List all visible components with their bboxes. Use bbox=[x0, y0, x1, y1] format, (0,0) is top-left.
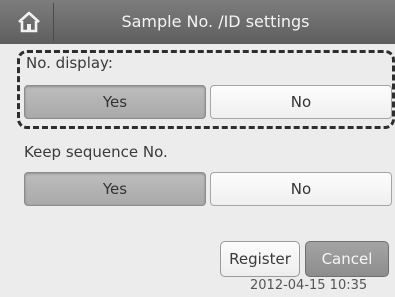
register-button[interactable]: Register bbox=[220, 241, 300, 277]
no-display-no-button[interactable]: No bbox=[210, 85, 392, 119]
page-title: Sample No. /ID settings bbox=[121, 12, 310, 31]
status-datetime: 2012-04-15 10:35 bbox=[250, 278, 368, 293]
keep-sequence-no-button[interactable]: No bbox=[210, 172, 392, 206]
keep-sequence-yes-button[interactable]: Yes bbox=[24, 172, 206, 206]
cancel-button[interactable]: Cancel bbox=[305, 241, 389, 277]
home-button[interactable] bbox=[4, 3, 54, 41]
keep-sequence-label: Keep sequence No. bbox=[24, 143, 168, 161]
title-bar: Sample No. /ID settings bbox=[0, 0, 395, 44]
home-icon bbox=[17, 11, 40, 33]
no-display-yes-button[interactable]: Yes bbox=[24, 85, 206, 119]
no-display-label: No. display: bbox=[26, 54, 113, 72]
